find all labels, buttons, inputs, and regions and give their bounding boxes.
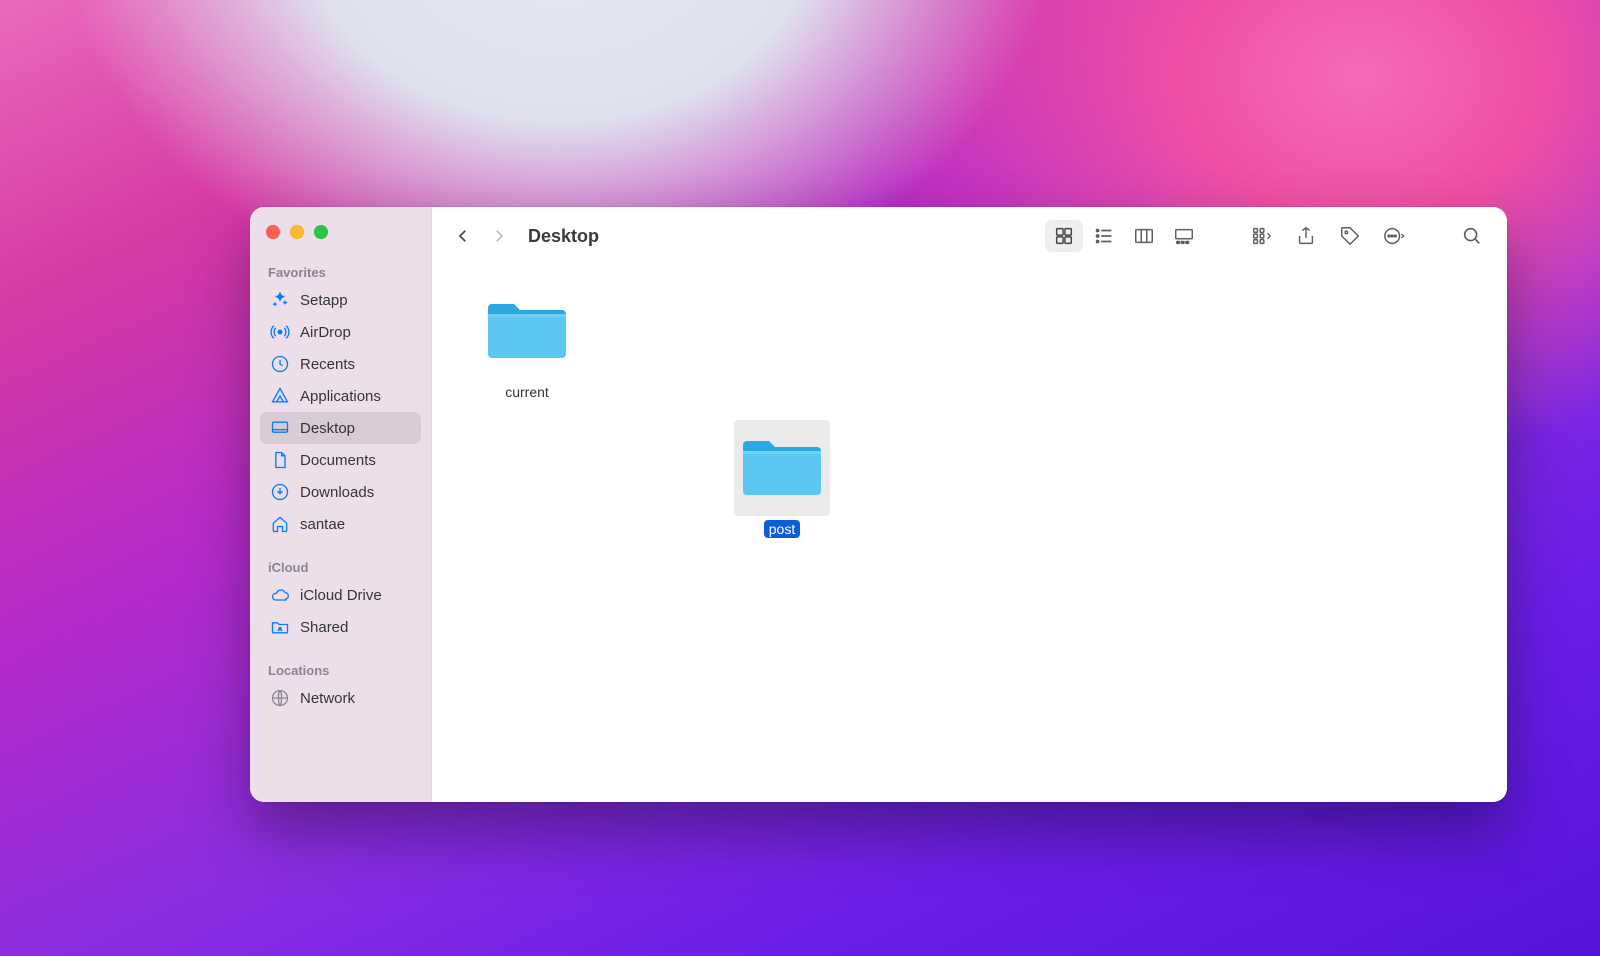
sidebar-item-applications[interactable]: Applications (260, 380, 421, 412)
folder-icon (486, 298, 568, 364)
file-area[interactable]: current post (432, 265, 1507, 802)
sidebar-item-label: Recents (300, 356, 355, 373)
forward-button[interactable] (484, 221, 514, 251)
sidebar-item-shared[interactable]: Shared (260, 611, 421, 643)
sidebar-heading-icloud: iCloud (260, 554, 421, 579)
icon-view-button[interactable] (1045, 220, 1083, 252)
sidebar-heading-locations: Locations (260, 657, 421, 682)
gallery-view-button[interactable] (1165, 220, 1203, 252)
folder-label: current (500, 383, 554, 401)
list-view-button[interactable] (1085, 220, 1123, 252)
folder-icon-wrap (479, 283, 575, 379)
download-icon (270, 482, 290, 502)
sidebar-item-airdrop[interactable]: AirDrop (260, 316, 421, 348)
sidebar-item-label: Setapp (300, 292, 348, 309)
sidebar-item-desktop[interactable]: Desktop (260, 412, 421, 444)
back-button[interactable] (448, 221, 478, 251)
sidebar-item-network[interactable]: Network (260, 682, 421, 714)
group-by-button[interactable] (1243, 220, 1281, 252)
setapp-icon (270, 290, 290, 310)
sidebar-item-home[interactable]: santae (260, 508, 421, 540)
window-title: Desktop (528, 226, 599, 247)
toolbar: Desktop (432, 207, 1507, 265)
main-area: Desktop (432, 207, 1507, 802)
window-close-button[interactable] (266, 225, 280, 239)
sidebar-item-downloads[interactable]: Downloads (260, 476, 421, 508)
sidebar-item-recents[interactable]: Recents (260, 348, 421, 380)
sidebar-item-label: Desktop (300, 420, 355, 437)
sidebar-item-label: Shared (300, 619, 348, 636)
home-icon (270, 514, 290, 534)
sidebar-item-documents[interactable]: Documents (260, 444, 421, 476)
cloud-icon (270, 585, 290, 605)
sidebar-section-icloud: iCloud iCloud Drive Shared (260, 554, 421, 643)
desktop-icon (270, 418, 290, 438)
view-mode-group (1045, 220, 1203, 252)
sidebar-item-label: Documents (300, 452, 376, 469)
sidebar-section-locations: Locations Network (260, 657, 421, 714)
sidebar: Favorites Setapp AirDrop Recents (250, 207, 432, 802)
network-icon (270, 688, 290, 708)
clock-icon (270, 354, 290, 374)
finder-window: Favorites Setapp AirDrop Recents (250, 207, 1507, 802)
column-view-button[interactable] (1125, 220, 1163, 252)
sidebar-item-label: iCloud Drive (300, 587, 382, 604)
sidebar-item-setapp[interactable]: Setapp (260, 284, 421, 316)
search-button[interactable] (1453, 220, 1491, 252)
sidebar-item-label: AirDrop (300, 324, 351, 341)
tags-button[interactable] (1331, 220, 1369, 252)
window-fullscreen-button[interactable] (314, 225, 328, 239)
document-icon (270, 450, 290, 470)
sidebar-section-favorites: Favorites Setapp AirDrop Recents (260, 259, 421, 540)
folder-item-current[interactable]: current (467, 283, 587, 401)
folder-icon (741, 435, 823, 501)
sidebar-item-label: Applications (300, 388, 381, 405)
shared-folder-icon (270, 617, 290, 637)
folder-icon-wrap (734, 420, 830, 516)
folder-item-post[interactable]: post (722, 420, 842, 538)
share-button[interactable] (1287, 220, 1325, 252)
action-menu-button[interactable] (1375, 220, 1413, 252)
window-controls (260, 221, 421, 259)
sidebar-heading-favorites: Favorites (260, 259, 421, 284)
sidebar-item-label: Network (300, 690, 355, 707)
sidebar-item-label: Downloads (300, 484, 374, 501)
sidebar-item-icloud-drive[interactable]: iCloud Drive (260, 579, 421, 611)
airdrop-icon (270, 322, 290, 342)
window-minimize-button[interactable] (290, 225, 304, 239)
folder-label: post (764, 520, 800, 538)
applications-icon (270, 386, 290, 406)
sidebar-item-label: santae (300, 516, 345, 533)
